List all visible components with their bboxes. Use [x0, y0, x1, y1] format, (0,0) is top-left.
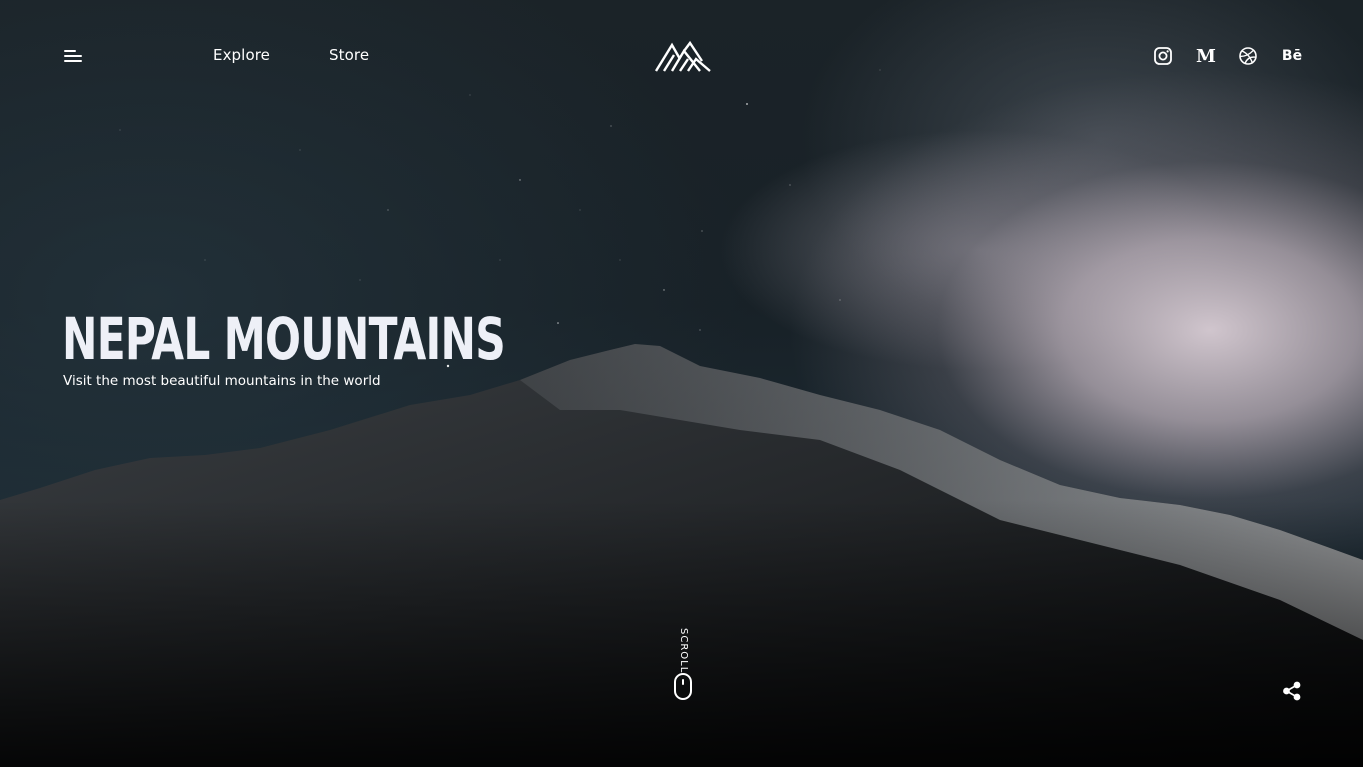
- mouse-icon[interactable]: [674, 673, 692, 700]
- scroll-label: SCROLL: [678, 628, 689, 674]
- medium-icon[interactable]: M: [1195, 44, 1217, 68]
- nav-store-link[interactable]: Store: [329, 46, 369, 64]
- site-header: Explore Store M Bē: [0, 0, 1363, 110]
- hero-subtitle: Visit the most beautiful mountains in th…: [63, 373, 381, 389]
- instagram-icon[interactable]: [1153, 44, 1173, 68]
- menu-icon[interactable]: [64, 48, 86, 64]
- mountain-logo-icon[interactable]: [654, 39, 712, 73]
- share-icon[interactable]: [1282, 681, 1302, 701]
- dribbble-icon[interactable]: [1238, 44, 1258, 68]
- hero-title: NEPAL MOUNTAINS: [62, 305, 506, 373]
- nav-explore-link[interactable]: Explore: [213, 46, 270, 64]
- behance-icon[interactable]: Bē: [1280, 44, 1304, 68]
